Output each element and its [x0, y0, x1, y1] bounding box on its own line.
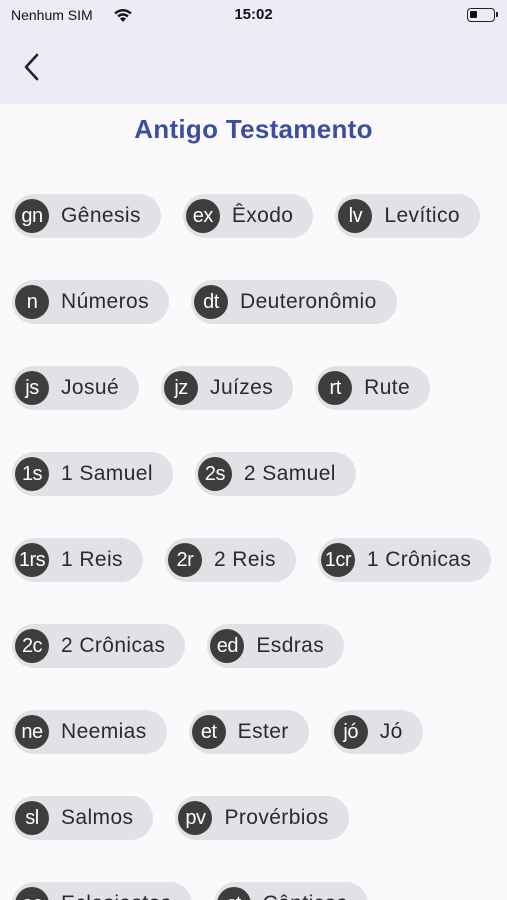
book-abbreviation-avatar: js — [15, 371, 49, 405]
book-chip[interactable]: gn Gênesis — [12, 194, 161, 238]
back-button[interactable] — [14, 47, 50, 87]
book-chip[interactable]: n Números — [12, 280, 169, 324]
book-chip[interactable]: rt Rute — [315, 366, 431, 410]
book-name-label: Levítico — [384, 204, 460, 227]
book-chip[interactable]: jz Juízes — [161, 366, 294, 410]
book-chip[interactable]: ex Êxodo — [182, 194, 314, 238]
book-abbreviation-avatar: gn — [15, 199, 49, 233]
book-name-label: Ester — [237, 720, 289, 743]
book-abbreviation-avatar: ed — [210, 629, 245, 663]
book-chip[interactable]: dt Deuteronômio — [191, 280, 397, 324]
book-chip[interactable]: sl Salmos — [12, 796, 154, 840]
chevron-left-icon — [24, 53, 39, 81]
book-chip[interactable]: ed Esdras — [207, 624, 345, 668]
book-abbreviation-avatar: 1rs — [15, 543, 49, 577]
book-abbreviation-avatar: lv — [338, 199, 373, 233]
book-name-label: Números — [61, 290, 149, 313]
book-abbreviation-avatar: pv — [178, 801, 213, 835]
book-chip[interactable]: ne Neemias — [12, 710, 167, 754]
book-name-label: 2 Samuel — [243, 462, 336, 485]
book-name-label: 1 Crônicas — [366, 548, 472, 571]
book-abbreviation-avatar: 1s — [15, 457, 49, 491]
book-chip[interactable]: 2c 2 Crônicas — [12, 624, 186, 668]
book-chip[interactable]: 2s 2 Samuel — [194, 452, 356, 496]
book-name-label: Josué — [61, 376, 120, 399]
book-chip[interactable]: js Josué — [12, 366, 140, 410]
book-abbreviation-avatar: ec — [15, 887, 49, 900]
book-name-label: Êxodo — [231, 204, 294, 227]
book-name-label: 1 Samuel — [61, 462, 153, 485]
book-name-label: Esdras — [256, 634, 325, 657]
book-chip[interactable]: lv Levítico — [335, 194, 480, 238]
book-chip[interactable]: 1cr 1 Crônicas — [317, 538, 492, 582]
book-abbreviation-avatar: 2s — [197, 457, 232, 491]
book-abbreviation-avatar: ct — [216, 887, 251, 900]
book-chip[interactable]: ec Eclesiastes — [12, 882, 192, 900]
book-chip[interactable]: pv Provérbios — [175, 796, 349, 840]
book-abbreviation-avatar: jó — [333, 715, 368, 749]
book-abbreviation-avatar: ne — [15, 715, 49, 749]
book-name-label: Neemias — [61, 720, 147, 743]
status-bar: Nenhum SIM 15:02 — [0, 0, 507, 32]
book-name-label: 1 Reis — [61, 548, 123, 571]
book-name-label: Salmos — [61, 806, 134, 829]
book-name-label: Cânticos — [263, 892, 348, 900]
book-abbreviation-avatar: sl — [15, 801, 49, 835]
book-abbreviation-avatar: et — [191, 715, 226, 749]
book-name-label: Rute — [364, 376, 411, 399]
book-name-label: Juízes — [210, 376, 274, 399]
book-abbreviation-avatar: 1cr — [320, 543, 355, 577]
book-chip[interactable]: 1rs 1 Reis — [12, 538, 143, 582]
book-abbreviation-avatar: rt — [318, 371, 353, 405]
book-abbreviation-avatar: 2r — [167, 543, 202, 577]
book-name-label: Eclesiastes — [61, 892, 172, 900]
battery-icon — [467, 8, 498, 22]
book-name-label: 2 Crônicas — [61, 634, 166, 657]
book-name-label: 2 Reis — [213, 548, 276, 571]
battery-level — [470, 11, 477, 18]
book-abbreviation-avatar: 2c — [15, 629, 49, 663]
page-title: Antigo Testamento — [134, 114, 373, 144]
book-abbreviation-avatar: dt — [194, 285, 228, 319]
book-name-label: Jó — [379, 720, 403, 743]
book-abbreviation-avatar: ex — [185, 199, 220, 233]
book-chip[interactable]: et Ester — [188, 710, 309, 754]
book-name-label: Deuteronômio — [240, 290, 377, 313]
book-abbreviation-avatar: n — [15, 285, 49, 319]
book-chip[interactable]: 1s 1 Samuel — [12, 452, 173, 496]
book-chip[interactable]: 2r 2 Reis — [164, 538, 296, 582]
book-chip[interactable]: jó Jó — [330, 710, 423, 754]
book-chip[interactable]: ct Cânticos — [213, 882, 368, 900]
app-bar: Nenhum SIM 15:02 — [0, 0, 507, 104]
book-abbreviation-avatar: jz — [164, 371, 199, 405]
book-name-label: Provérbios — [224, 806, 329, 829]
clock: 15:02 — [234, 6, 273, 23]
book-name-label: Gênesis — [61, 204, 141, 227]
book-list: gn Gênesis ex Êxodo lv Levítico n Números dt Deut… — [12, 194, 502, 900]
